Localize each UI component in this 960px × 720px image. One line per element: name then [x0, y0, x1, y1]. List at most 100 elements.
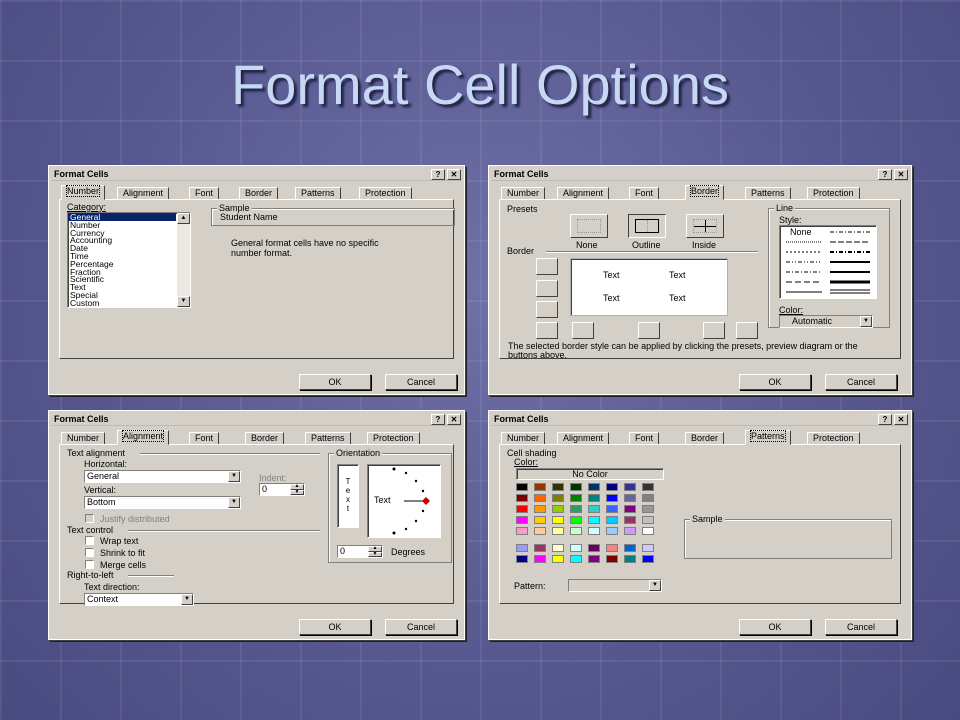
- color-swatch[interactable]: [588, 527, 600, 535]
- color-swatch[interactable]: [552, 516, 564, 524]
- color-swatch[interactable]: [534, 544, 546, 552]
- chevron-down-icon[interactable]: ▼: [649, 580, 661, 591]
- color-swatch[interactable]: [534, 555, 546, 563]
- border-right-button[interactable]: [703, 322, 725, 339]
- no-color-button[interactable]: No Color: [516, 468, 664, 480]
- border-top-button[interactable]: [536, 258, 558, 275]
- cancel-button[interactable]: Cancel: [825, 619, 897, 635]
- color-swatch[interactable]: [552, 494, 564, 502]
- spin-down-icon[interactable]: ▼: [290, 489, 304, 495]
- color-swatch[interactable]: [624, 483, 636, 491]
- ok-button[interactable]: OK: [739, 619, 811, 635]
- cancel-button[interactable]: Cancel: [385, 619, 457, 635]
- color-swatch[interactable]: [534, 527, 546, 535]
- border-middle-button[interactable]: [536, 280, 558, 297]
- pattern-dropdown[interactable]: ▼: [568, 579, 662, 592]
- color-swatch[interactable]: [516, 555, 528, 563]
- cancel-button[interactable]: Cancel: [385, 374, 457, 390]
- border-diagonal-up-button[interactable]: [536, 322, 558, 339]
- horizontal-dropdown[interactable]: General ▼: [84, 470, 241, 483]
- help-button[interactable]: ?: [431, 414, 445, 425]
- tab-alignment[interactable]: Alignment: [117, 430, 170, 445]
- color-swatch[interactable]: [642, 544, 654, 552]
- chevron-down-icon[interactable]: ▼: [228, 497, 240, 508]
- color-swatch[interactable]: [624, 555, 636, 563]
- color-swatch[interactable]: [588, 483, 600, 491]
- color-swatch[interactable]: [552, 483, 564, 491]
- preset-outline-button[interactable]: [628, 214, 666, 238]
- color-swatch[interactable]: [552, 505, 564, 513]
- color-swatch[interactable]: [516, 544, 528, 552]
- color-swatch[interactable]: [570, 527, 582, 535]
- color-swatch[interactable]: [570, 494, 582, 502]
- color-swatch[interactable]: [606, 544, 618, 552]
- color-swatch[interactable]: [642, 516, 654, 524]
- color-swatch[interactable]: [570, 544, 582, 552]
- color-swatch[interactable]: [588, 494, 600, 502]
- color-swatch[interactable]: [516, 516, 528, 524]
- color-swatch[interactable]: [624, 505, 636, 513]
- color-swatch[interactable]: [606, 483, 618, 491]
- category-list[interactable]: General Number Currency Accounting Date …: [67, 212, 191, 308]
- spin-down-icon[interactable]: ▼: [368, 551, 382, 557]
- color-swatch[interactable]: [606, 527, 618, 535]
- border-diagonal-down-button[interactable]: [736, 322, 758, 339]
- chevron-down-icon[interactable]: ▼: [228, 471, 240, 482]
- color-swatch[interactable]: [606, 505, 618, 513]
- chevron-down-icon[interactable]: ▼: [181, 594, 193, 605]
- color-swatch[interactable]: [570, 483, 582, 491]
- preset-inside-button[interactable]: [686, 214, 724, 238]
- text-direction-dropdown[interactable]: Context ▼: [84, 593, 194, 606]
- color-swatch[interactable]: [534, 516, 546, 524]
- orientation-dial[interactable]: Text: [367, 464, 441, 538]
- preset-none-button[interactable]: [570, 214, 608, 238]
- justify-distributed-checkbox[interactable]: [85, 514, 94, 523]
- vertical-text-box[interactable]: T e x t: [337, 464, 359, 528]
- color-swatch[interactable]: [552, 527, 564, 535]
- color-swatch[interactable]: [516, 527, 528, 535]
- color-swatch[interactable]: [642, 555, 654, 563]
- line-style-samples[interactable]: [780, 226, 876, 298]
- chevron-down-icon[interactable]: ▼: [860, 316, 872, 327]
- color-swatch[interactable]: [642, 527, 654, 535]
- color-swatch[interactable]: [534, 505, 546, 513]
- border-preview[interactable]: Text Text Text Text: [570, 258, 728, 316]
- tab-patterns[interactable]: Patterns: [745, 430, 791, 445]
- indent-stepper[interactable]: 0 ▲ ▼: [259, 483, 305, 496]
- color-swatch[interactable]: [624, 544, 636, 552]
- help-button[interactable]: ?: [878, 169, 892, 180]
- ok-button[interactable]: OK: [739, 374, 811, 390]
- cancel-button[interactable]: Cancel: [825, 374, 897, 390]
- color-swatch[interactable]: [516, 505, 528, 513]
- help-button[interactable]: ?: [878, 414, 892, 425]
- color-swatch[interactable]: [552, 544, 564, 552]
- line-style-list[interactable]: None: [779, 225, 877, 299]
- color-swatch[interactable]: [516, 494, 528, 502]
- help-button[interactable]: ?: [431, 169, 445, 180]
- degrees-stepper[interactable]: 0 ▲ ▼: [337, 545, 383, 558]
- list-item[interactable]: Scientific: [68, 275, 190, 283]
- color-swatch[interactable]: [588, 555, 600, 563]
- vertical-dropdown[interactable]: Bottom ▼: [84, 496, 241, 509]
- color-swatch[interactable]: [570, 505, 582, 513]
- border-bottom-button[interactable]: [536, 301, 558, 318]
- tab-border[interactable]: Border: [685, 185, 725, 200]
- shrink-to-fit-checkbox[interactable]: [85, 548, 94, 557]
- color-swatch[interactable]: [588, 544, 600, 552]
- color-swatch[interactable]: [624, 527, 636, 535]
- wrap-text-checkbox[interactable]: [85, 536, 94, 545]
- close-button[interactable]: ✕: [447, 414, 461, 425]
- color-swatch[interactable]: [588, 516, 600, 524]
- scroll-up-icon[interactable]: ▲: [177, 213, 190, 224]
- line-color-dropdown[interactable]: Automatic ▼: [779, 315, 873, 328]
- color-swatch[interactable]: [570, 555, 582, 563]
- color-swatch[interactable]: [642, 505, 654, 513]
- color-swatch[interactable]: [624, 494, 636, 502]
- close-button[interactable]: ✕: [447, 169, 461, 180]
- color-swatch[interactable]: [606, 555, 618, 563]
- color-swatch[interactable]: [570, 516, 582, 524]
- border-center-button[interactable]: [638, 322, 660, 339]
- ok-button[interactable]: OK: [299, 619, 371, 635]
- color-swatch[interactable]: [534, 483, 546, 491]
- color-swatch[interactable]: [534, 494, 546, 502]
